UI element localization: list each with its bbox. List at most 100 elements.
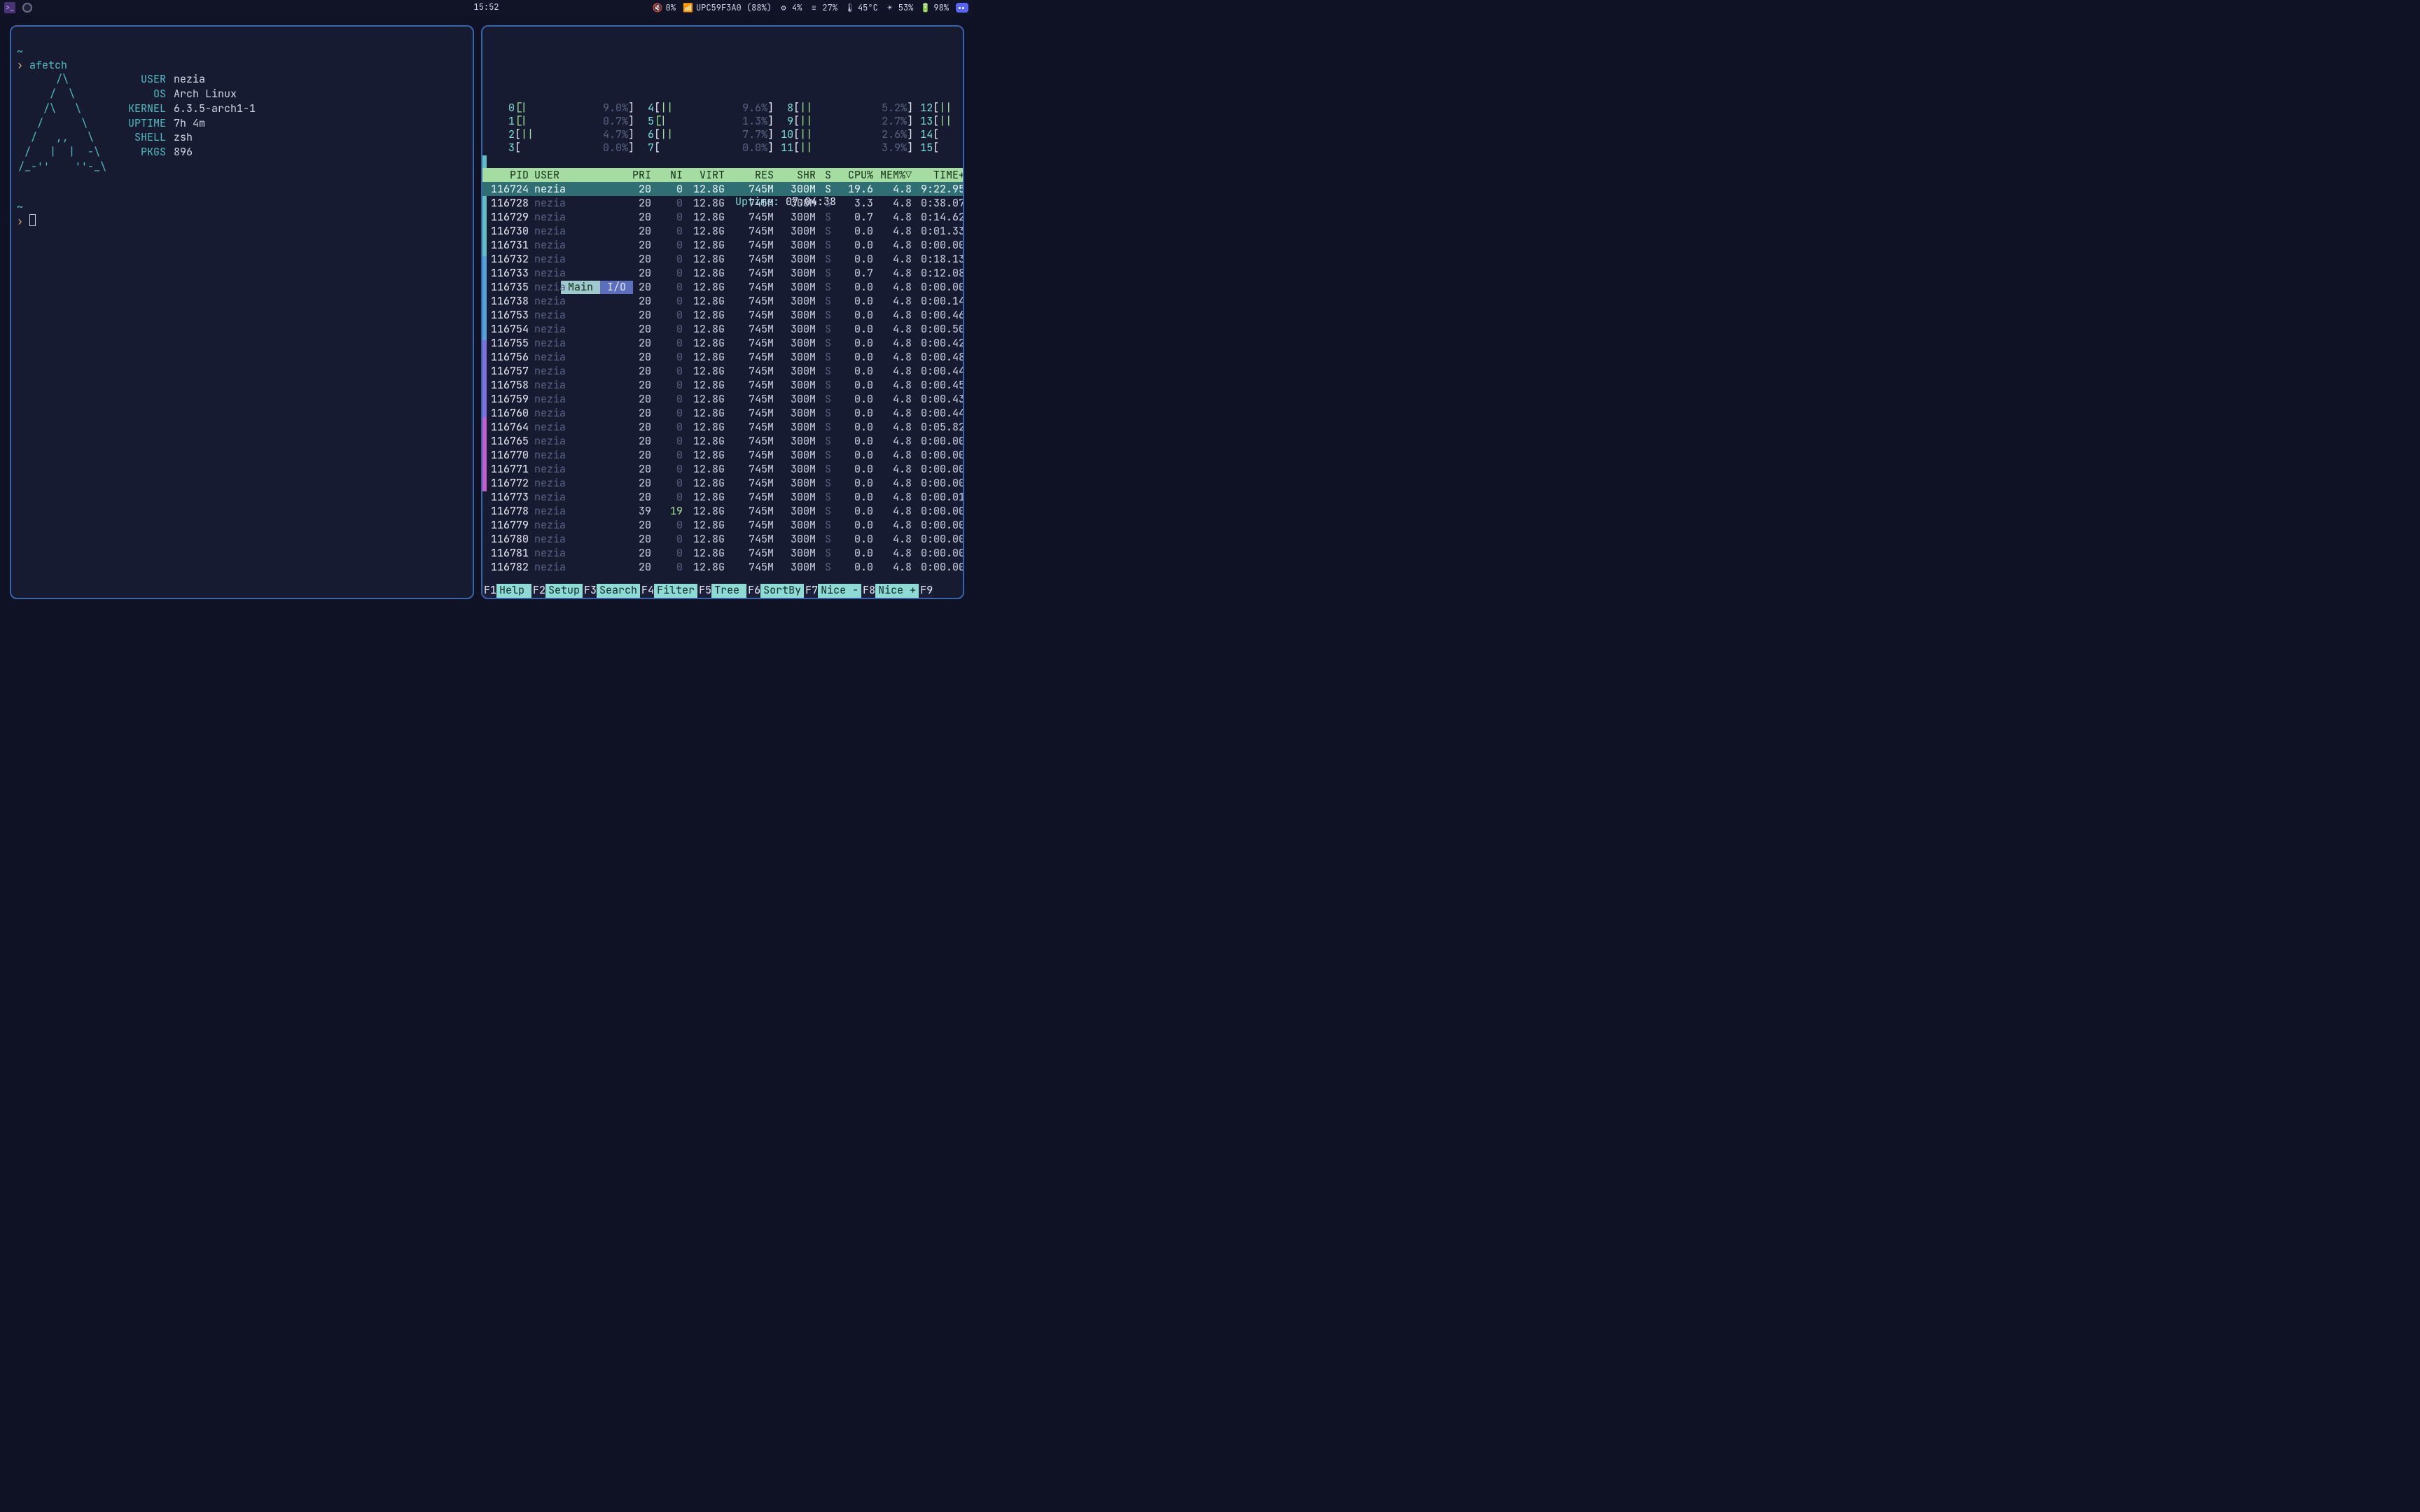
command-afetch: afetch bbox=[29, 58, 67, 72]
table-row[interactable]: 116754nezia20012.8G745M300MS0.04.80:00.5… bbox=[482, 322, 963, 336]
col-shr[interactable]: SHR bbox=[777, 168, 819, 182]
prompt-caret: › bbox=[17, 214, 23, 228]
cell-virt: 12.8G bbox=[686, 406, 728, 420]
table-row[interactable]: 116772nezia20012.8G745M300MS0.04.80:00.0… bbox=[482, 476, 963, 490]
cell-res: 745M bbox=[728, 336, 777, 350]
table-row[interactable]: 116780nezia20012.8G745M300MS0.04.80:00.0… bbox=[482, 532, 963, 546]
fn-label-f2[interactable]: Setup bbox=[545, 584, 583, 598]
col-ni[interactable]: NI bbox=[654, 168, 686, 182]
cell-time: 0:00.43 bbox=[915, 392, 963, 406]
table-row[interactable]: 116728nezia20012.8G745M300MS3.34.80:38.0… bbox=[482, 196, 963, 210]
table-row[interactable]: 116757nezia20012.8G745M300MS0.04.80:00.4… bbox=[482, 364, 963, 378]
taskbar-firefox-icon[interactable] bbox=[22, 3, 32, 13]
table-row[interactable]: 116735nezia20012.8G745M300MS0.04.80:00.0… bbox=[482, 280, 963, 294]
cell-mem: 4.8 bbox=[876, 532, 915, 546]
fn-key-f4[interactable]: F4 bbox=[640, 584, 654, 598]
table-row[interactable]: 116760nezia20012.8G745M300MS0.04.80:00.4… bbox=[482, 406, 963, 420]
fn-key-f7[interactable]: F7 bbox=[804, 584, 818, 598]
afetch-key bbox=[128, 160, 166, 174]
volume-indicator[interactable]: 🔇0% bbox=[653, 3, 676, 13]
cell-s: S bbox=[819, 560, 834, 574]
fn-label-f4[interactable]: Filter bbox=[654, 584, 697, 598]
fn-key-f3[interactable]: F3 bbox=[583, 584, 597, 598]
table-row[interactable]: 116732nezia20012.8G745M300MS0.04.80:18.1… bbox=[482, 252, 963, 266]
fn-key-f2[interactable]: F2 bbox=[531, 584, 545, 598]
table-row[interactable]: 116729nezia20012.8G745M300MS0.74.80:14.6… bbox=[482, 210, 963, 224]
col-virt[interactable]: VIRT bbox=[686, 168, 728, 182]
tray-discord-icon[interactable] bbox=[956, 3, 968, 13]
col-time[interactable]: TIME+ bbox=[915, 168, 963, 182]
fn-key-f6[interactable]: F6 bbox=[746, 584, 760, 598]
fn-label-f8[interactable]: Nice + bbox=[875, 584, 919, 598]
cell-user: nezia bbox=[531, 490, 577, 504]
col-s[interactable]: S bbox=[819, 168, 834, 182]
table-row[interactable]: 116781nezia20012.8G745M300MS0.04.80:00.0… bbox=[482, 546, 963, 560]
cell-s: S bbox=[819, 196, 834, 210]
cell-virt: 12.8G bbox=[686, 476, 728, 490]
cell-cpu: 0.0 bbox=[834, 490, 876, 504]
cell-shr: 300M bbox=[777, 364, 819, 378]
table-row[interactable]: 116779nezia20012.8G745M300MS0.04.80:00.0… bbox=[482, 518, 963, 532]
table-row[interactable]: 116773nezia20012.8G745M300MS0.04.80:00.0… bbox=[482, 490, 963, 504]
table-row[interactable]: 116765nezia20012.8G745M300MS0.04.80:00.0… bbox=[482, 434, 963, 448]
table-header-row[interactable]: PIDUSERPRINIVIRTRESSHRSCPU%MEM%▽TIME+ bbox=[482, 168, 963, 182]
table-row[interactable]: 116759nezia20012.8G745M300MS0.04.80:00.4… bbox=[482, 392, 963, 406]
fn-key-f1[interactable]: F1 bbox=[482, 584, 496, 598]
table-row[interactable]: 116755nezia20012.8G745M300MS0.04.80:00.4… bbox=[482, 336, 963, 350]
fn-key-f8[interactable]: F8 bbox=[861, 584, 875, 598]
terminal-pane-right-htop[interactable]: 0[| 9.0%] 4[|| 9.6%] 8[|| 5.2%]12[|| 2.0… bbox=[481, 25, 964, 599]
clock[interactable]: 15:52 bbox=[473, 2, 499, 13]
cell-pid: 116780 bbox=[482, 532, 531, 546]
col-cpu[interactable]: CPU% bbox=[834, 168, 876, 182]
htop-fn-bar: F1Help F2Setup F3SearchF4FilterF5Tree F6… bbox=[482, 584, 963, 598]
fn-key-f5[interactable]: F5 bbox=[697, 584, 711, 598]
table-row[interactable]: 116738nezia20012.8G745M300MS0.04.80:00.1… bbox=[482, 294, 963, 308]
cell-ni: 0 bbox=[654, 280, 686, 294]
col-user[interactable]: USER bbox=[531, 168, 577, 182]
col-res[interactable]: RES bbox=[728, 168, 777, 182]
col-pid[interactable]: PID bbox=[482, 168, 531, 182]
table-row[interactable]: 116733nezia20012.8G745M300MS0.74.80:12.0… bbox=[482, 266, 963, 280]
wifi-indicator[interactable]: 📶UPC59F3A0 (88%) bbox=[683, 3, 772, 13]
table-row[interactable]: 116731nezia20012.8G745M300MS0.04.80:00.0… bbox=[482, 238, 963, 252]
table-row[interactable]: 116770nezia20012.8G745M300MS0.04.80:00.0… bbox=[482, 448, 963, 462]
table-row[interactable]: 116778nezia391912.8G745M300MS0.04.80:00.… bbox=[482, 504, 963, 518]
taskbar-terminal-icon[interactable]: >_ bbox=[4, 2, 15, 13]
fn-label-f6[interactable]: SortBy bbox=[760, 584, 804, 598]
cell-ni: 0 bbox=[654, 224, 686, 238]
cell-time: 0:00.14 bbox=[915, 294, 963, 308]
table-row[interactable]: 116771nezia20012.8G745M300MS0.04.80:00.0… bbox=[482, 462, 963, 476]
fn-label-f1[interactable]: Help bbox=[496, 584, 531, 598]
cell-pri: 20 bbox=[577, 210, 654, 224]
afetch-key: USER bbox=[128, 73, 166, 86]
cell-virt: 12.8G bbox=[686, 322, 728, 336]
col-mem[interactable]: MEM%▽ bbox=[876, 168, 915, 182]
battery-indicator[interactable]: 🔋98% bbox=[920, 3, 949, 13]
temp-indicator[interactable]: 🌡45°C bbox=[844, 3, 878, 13]
cell-cpu: 0.0 bbox=[834, 560, 876, 574]
cell-shr: 300M bbox=[777, 560, 819, 574]
terminal-pane-left[interactable]: ~ › afetch /\ USER nezia / \ OS Arch Lin… bbox=[10, 25, 474, 599]
table-row[interactable]: 116730nezia20012.8G745M300MS0.04.80:01.3… bbox=[482, 224, 963, 238]
cell-virt: 12.8G bbox=[686, 308, 728, 322]
cell-s: S bbox=[819, 462, 834, 476]
fn-key-f9[interactable]: F9 bbox=[919, 584, 933, 598]
fn-label-f5[interactable]: Tree bbox=[711, 584, 746, 598]
table-row[interactable]: 116756nezia20012.8G745M300MS0.04.80:00.4… bbox=[482, 350, 963, 364]
fn-label-f7[interactable]: Nice - bbox=[818, 584, 861, 598]
col-pri[interactable]: PRI bbox=[577, 168, 654, 182]
cell-pri: 20 bbox=[577, 406, 654, 420]
mem-indicator[interactable]: ≡27% bbox=[809, 3, 837, 13]
table-row[interactable]: 116764nezia20012.8G745M300MS0.04.80:05.8… bbox=[482, 420, 963, 434]
table-row[interactable]: 116782nezia20012.8G745M300MS0.04.80:00.0… bbox=[482, 560, 963, 574]
cpu-indicator[interactable]: ⚙4% bbox=[779, 3, 802, 13]
fn-label-f3[interactable]: Search bbox=[597, 584, 640, 598]
cell-cpu: 0.0 bbox=[834, 308, 876, 322]
top-panel: >_ 15:52 🔇0% 📶UPC59F3A0 (88%) ⚙4% ≡27% 🌡… bbox=[0, 0, 973, 15]
table-row[interactable]: 116758nezia20012.8G745M300MS0.04.80:00.4… bbox=[482, 378, 963, 392]
table-row[interactable]: 116724nezia20012.8G745M300MS19.64.89:22.… bbox=[482, 182, 963, 196]
cell-res: 745M bbox=[728, 462, 777, 476]
brightness-indicator[interactable]: ☀53% bbox=[885, 3, 914, 13]
process-table[interactable]: PIDUSERPRINIVIRTRESSHRSCPU%MEM%▽TIME+ 11… bbox=[482, 168, 963, 574]
table-row[interactable]: 116753nezia20012.8G745M300MS0.04.80:00.4… bbox=[482, 308, 963, 322]
